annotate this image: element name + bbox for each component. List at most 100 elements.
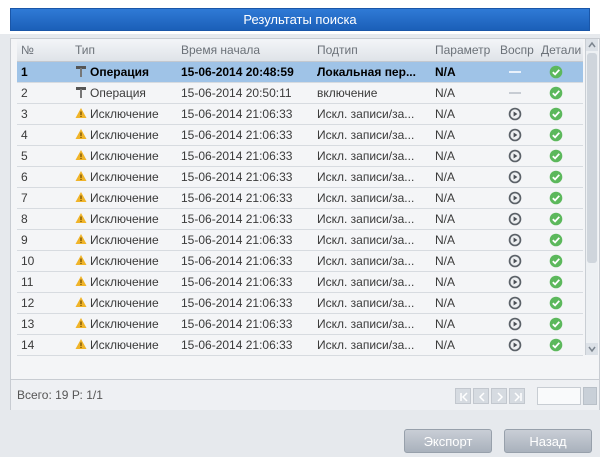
cell-subtype: Искл. записи/за... <box>317 338 415 352</box>
cell-type: Исключение <box>75 233 179 247</box>
results-panel: № Тип Время начала Подтип Параметр Воспр… <box>10 38 600 410</box>
cell-type: Исключение <box>75 170 179 184</box>
table-row[interactable]: 3 Исключение 15-06-2014 21:06:33 Искл. запи… <box>17 104 583 125</box>
details-check-icon[interactable] <box>549 296 563 310</box>
table-row[interactable]: 2 Операция 15-06-2014 20:50:11 включение N/A <box>17 83 583 104</box>
cell-no: 1 <box>21 65 28 79</box>
play-icon[interactable] <box>508 233 522 247</box>
play-icon[interactable] <box>508 170 522 184</box>
cell-param: N/A <box>435 233 456 247</box>
details-check-icon[interactable] <box>549 191 563 205</box>
cell-subtype: Искл. записи/за... <box>317 296 415 310</box>
cell-start-time: 15-06-2014 21:06:33 <box>181 296 293 310</box>
details-check-icon[interactable] <box>549 275 563 289</box>
cell-subtype: Искл. записи/за... <box>317 275 415 289</box>
play-icon[interactable] <box>508 254 522 268</box>
table-row[interactable]: 9 Исключение 15-06-2014 21:06:33 Искл. запи… <box>17 230 583 251</box>
details-check-icon[interactable] <box>549 338 563 352</box>
play-icon[interactable] <box>508 317 522 331</box>
last-page-icon[interactable] <box>509 388 525 404</box>
warning-icon <box>75 254 90 268</box>
cell-subtype: Искл. записи/за... <box>317 128 415 142</box>
window-title: Результаты поиска <box>10 8 590 31</box>
warning-icon <box>75 128 90 142</box>
cell-type: Исключение <box>75 338 179 352</box>
details-check-icon[interactable] <box>549 107 563 121</box>
header-start-time[interactable]: Время начала <box>181 43 260 57</box>
table-row[interactable]: 14 Исключение 15-06-2014 21:06:33 Искл. зап… <box>17 335 583 356</box>
header-play[interactable]: Воспр <box>500 43 534 57</box>
header-no[interactable]: № <box>21 43 34 57</box>
go-page-button[interactable] <box>583 387 597 405</box>
cell-type: Исключение <box>75 191 179 205</box>
play-icon[interactable] <box>508 338 522 352</box>
header-details[interactable]: Детали <box>541 43 581 57</box>
warning-icon <box>75 233 90 247</box>
table-row[interactable]: 10 Исключение 15-06-2014 21:06:33 Искл. зап… <box>17 251 583 272</box>
cell-subtype: Искл. записи/за... <box>317 191 415 205</box>
play-icon[interactable] <box>508 275 522 289</box>
details-check-icon[interactable] <box>549 212 563 226</box>
cell-start-time: 15-06-2014 21:06:33 <box>181 338 293 352</box>
details-check-icon[interactable] <box>549 149 563 163</box>
cell-type: Операция <box>75 65 179 79</box>
cell-subtype: Искл. записи/за... <box>317 149 415 163</box>
details-check-icon[interactable] <box>549 233 563 247</box>
prev-page-icon[interactable] <box>473 388 489 404</box>
scrollbar-thumb[interactable] <box>587 53 597 263</box>
play-icon[interactable] <box>508 296 522 310</box>
cell-param: N/A <box>435 191 456 205</box>
table-row[interactable]: 13 Исключение 15-06-2014 21:06:33 Искл. зап… <box>17 314 583 335</box>
cell-start-time: 15-06-2014 21:06:33 <box>181 128 293 142</box>
cell-no: 2 <box>21 86 28 100</box>
cell-param: N/A <box>435 86 456 100</box>
table-row[interactable]: 7 Исключение 15-06-2014 21:06:33 Искл. запи… <box>17 188 583 209</box>
details-check-icon[interactable] <box>549 128 563 142</box>
cell-subtype: Искл. записи/за... <box>317 254 415 268</box>
cell-subtype: Локальная пер... <box>317 65 416 79</box>
details-check-icon[interactable] <box>549 254 563 268</box>
play-icon[interactable] <box>508 128 522 142</box>
warning-icon <box>75 275 90 289</box>
header-type[interactable]: Тип <box>75 43 95 57</box>
cell-param: N/A <box>435 170 456 184</box>
cell-start-time: 15-06-2014 21:06:33 <box>181 107 293 121</box>
cell-type-label: Исключение <box>90 149 159 163</box>
header-subtype[interactable]: Подтип <box>317 43 358 57</box>
cell-start-time: 15-06-2014 20:48:59 <box>181 65 294 79</box>
table-scrollbar[interactable] <box>585 39 598 355</box>
export-button[interactable]: Экспорт <box>404 429 492 453</box>
cell-type: Исключение <box>75 128 179 142</box>
back-button[interactable]: Назад <box>504 429 592 453</box>
play-icon[interactable] <box>508 149 522 163</box>
page-number-input[interactable] <box>537 387 581 405</box>
play-icon[interactable] <box>508 191 522 205</box>
details-check-icon[interactable] <box>549 86 563 100</box>
table-row[interactable]: 1 Операция 15-06-2014 20:48:59 Локальная пе… <box>17 62 583 83</box>
table-row[interactable]: 8 Исключение 15-06-2014 21:06:33 Искл. запи… <box>17 209 583 230</box>
next-page-icon[interactable] <box>491 388 507 404</box>
details-check-icon[interactable] <box>549 65 563 79</box>
cell-subtype: Искл. записи/за... <box>317 170 415 184</box>
scroll-down-arrow-icon[interactable] <box>586 343 598 355</box>
cell-type-label: Исключение <box>90 107 159 121</box>
details-check-icon[interactable] <box>549 317 563 331</box>
title-bar: Результаты поиска <box>0 0 600 34</box>
play-icon[interactable] <box>508 212 522 226</box>
scroll-up-arrow-icon[interactable] <box>586 39 598 51</box>
header-param[interactable]: Параметр <box>435 43 490 57</box>
cell-subtype: Искл. записи/за... <box>317 317 415 331</box>
table-row[interactable]: 4 Исключение 15-06-2014 21:06:33 Искл. запи… <box>17 125 583 146</box>
details-check-icon[interactable] <box>549 170 563 184</box>
cell-type: Исключение <box>75 296 179 310</box>
cell-param: N/A <box>435 128 456 142</box>
play-icon[interactable] <box>508 107 522 121</box>
cell-start-time: 15-06-2014 21:06:33 <box>181 149 293 163</box>
table-row[interactable]: 12 Исключение 15-06-2014 21:06:33 Искл. зап… <box>17 293 583 314</box>
cell-type-label: Исключение <box>90 170 159 184</box>
first-page-icon[interactable] <box>455 388 471 404</box>
table-row[interactable]: 11 Исключение 15-06-2014 21:06:33 Искл. зап… <box>17 272 583 293</box>
table-row[interactable]: 5 Исключение 15-06-2014 21:06:33 Искл. запи… <box>17 146 583 167</box>
cell-param: N/A <box>435 338 456 352</box>
table-row[interactable]: 6 Исключение 15-06-2014 21:06:33 Искл. запи… <box>17 167 583 188</box>
